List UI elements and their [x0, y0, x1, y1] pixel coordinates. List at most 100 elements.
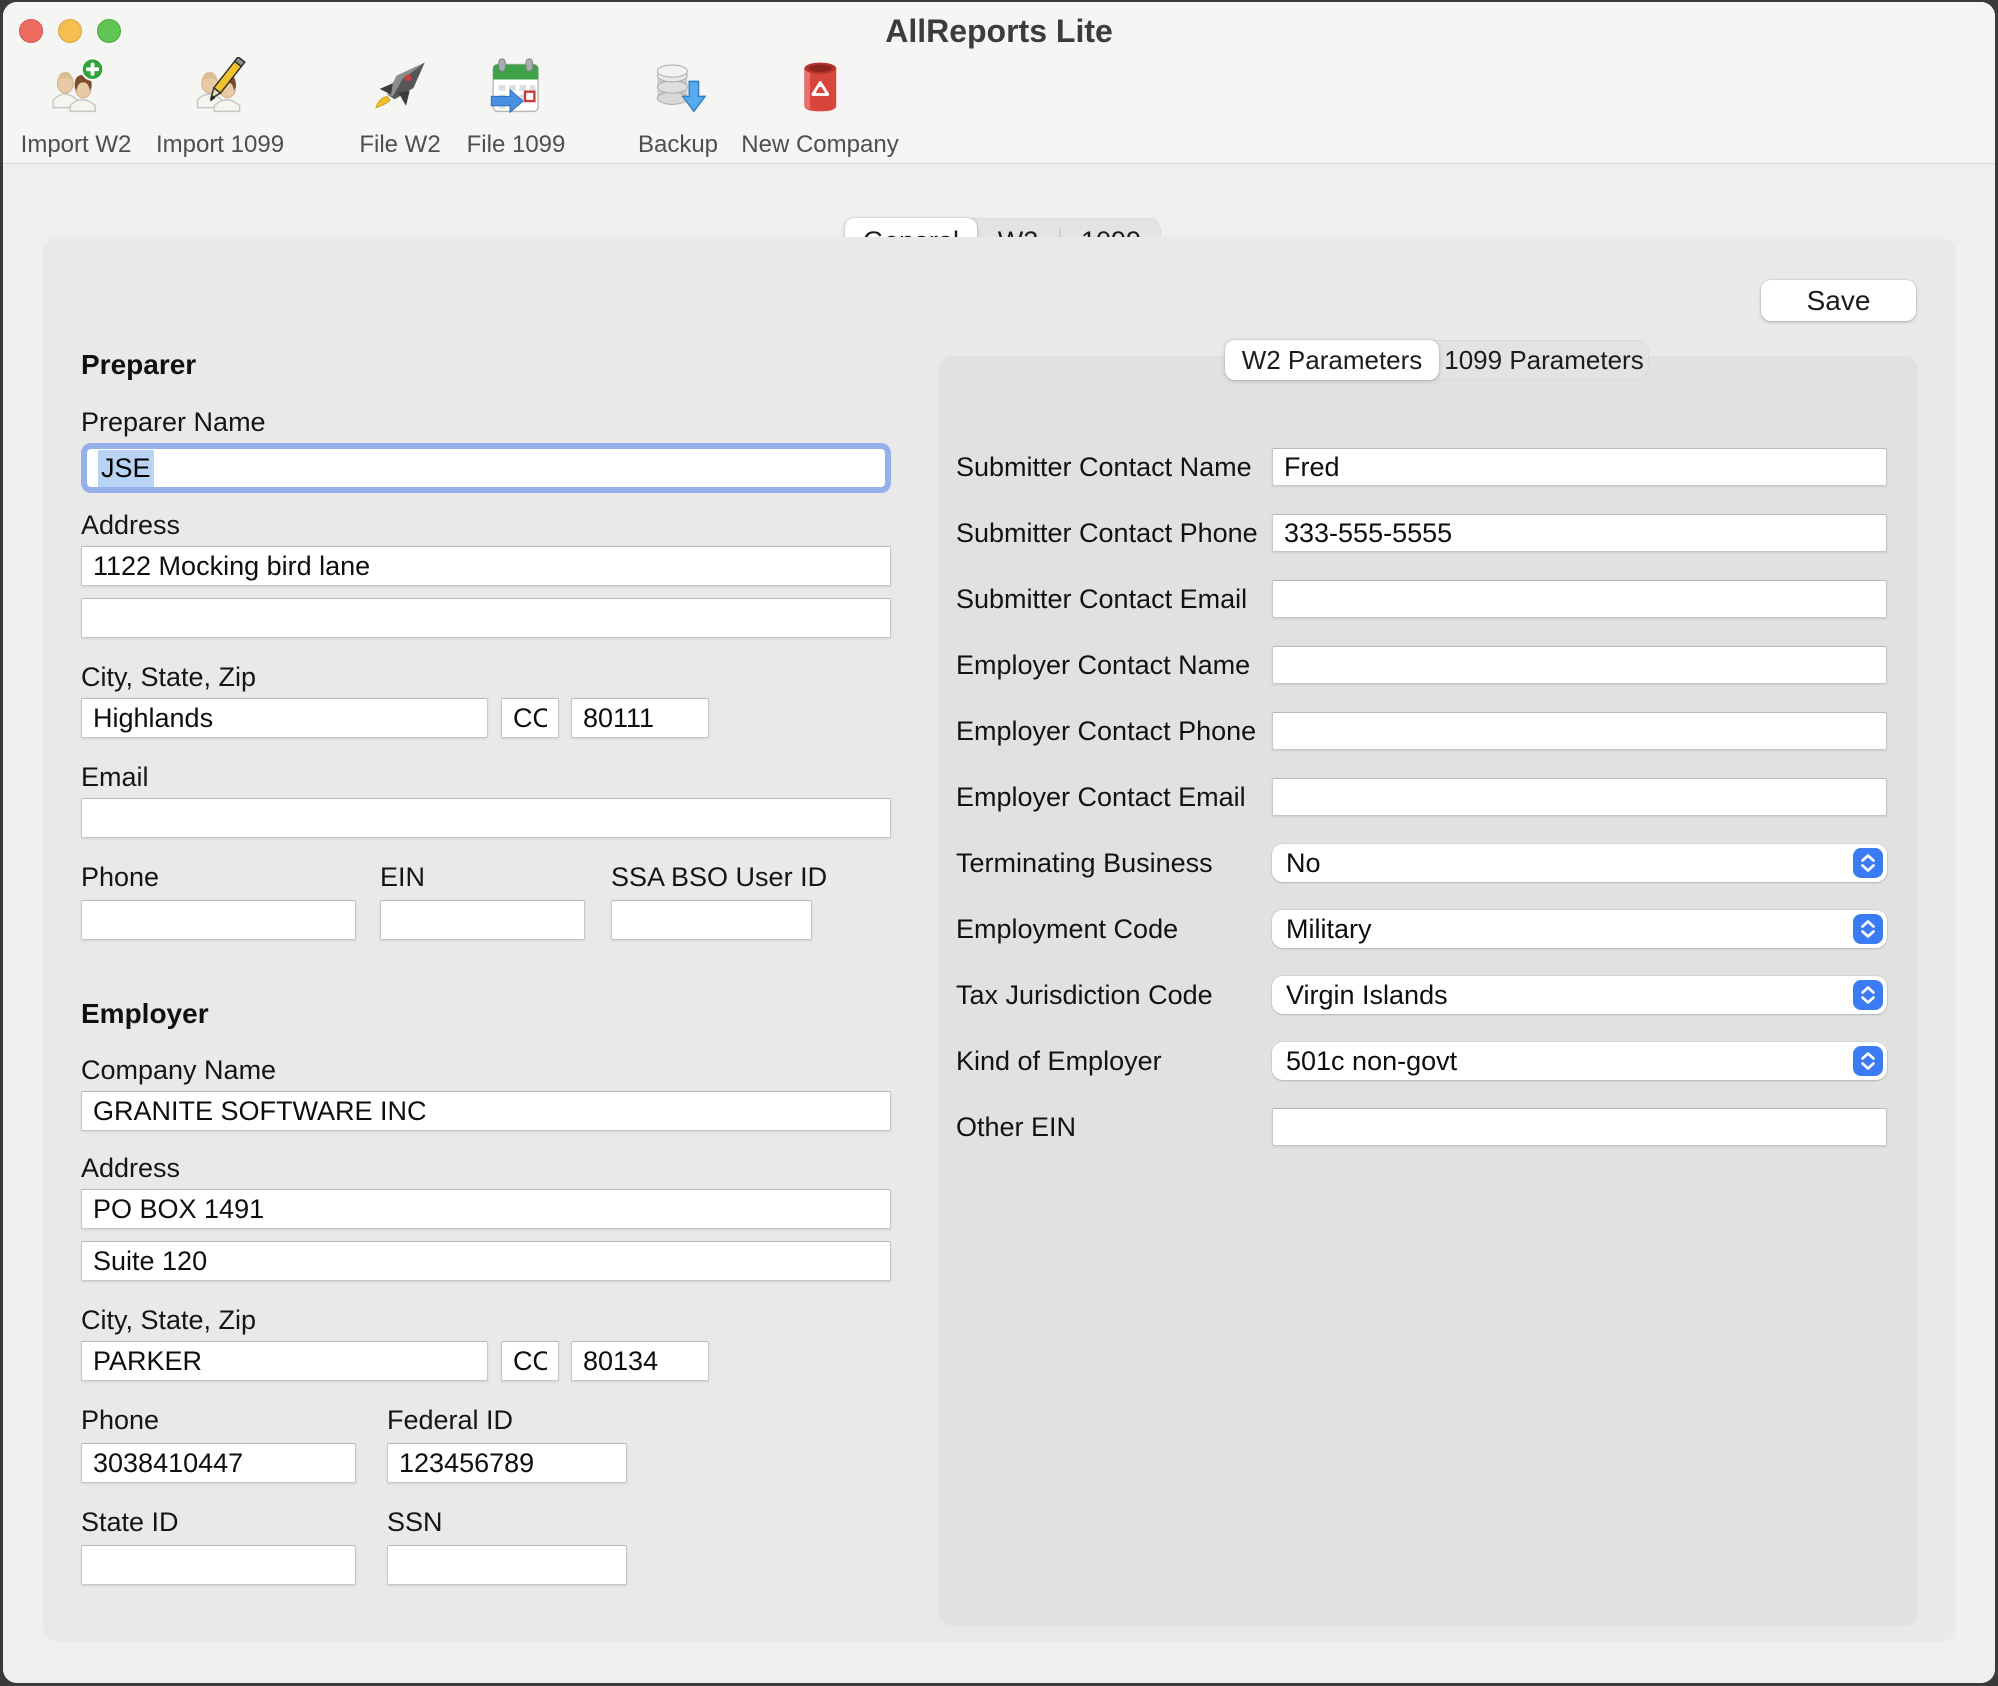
preparer-zip-input[interactable] — [571, 698, 709, 738]
select-value: Military — [1286, 914, 1372, 945]
rocket-icon — [370, 57, 430, 122]
param-row: Other EIN — [939, 1108, 1918, 1146]
employer-csz-label: City, State, Zip — [81, 1305, 891, 1335]
employer-section-title: Employer — [81, 998, 891, 1028]
employer-contact-name-label: Employer Contact Name — [956, 650, 1272, 681]
param-row: Submitter Contact Name — [939, 448, 1918, 486]
employer-phone-input[interactable] — [81, 1443, 356, 1483]
preparer-address2-input[interactable] — [81, 598, 891, 638]
employer-duo-labels-1: Phone Federal ID — [81, 1405, 891, 1435]
save-button[interactable]: Save — [1761, 280, 1916, 321]
preparer-trio-labels: Phone EIN SSA BSO User ID — [81, 862, 891, 892]
submitter-contact-name-input[interactable] — [1272, 448, 1887, 486]
submitter-contact-email-label: Submitter Contact Email — [956, 584, 1272, 615]
employer-contact-name-input[interactable] — [1272, 646, 1887, 684]
toolbar-import-1099-button[interactable]: Import 1099 — [156, 57, 284, 159]
other-ein-label: Other EIN — [956, 1112, 1272, 1143]
param-row: Submitter Contact Phone — [939, 514, 1918, 552]
employer-contact-email-input[interactable] — [1272, 778, 1887, 816]
submitter-contact-phone-label: Submitter Contact Phone — [956, 518, 1272, 549]
param-row: Employer Contact Phone — [939, 712, 1918, 750]
employer-duo-inputs-2 — [81, 1545, 891, 1585]
param-row: Employment Code Military — [939, 910, 1918, 948]
preparer-email-label: Email — [81, 762, 891, 792]
parameters-panel: W2 Parameters 1099 Parameters Submitter … — [939, 356, 1918, 1626]
employer-contact-phone-input[interactable] — [1272, 712, 1887, 750]
select-stepper-icon — [1853, 1046, 1883, 1076]
preparer-phone-label: Phone — [81, 862, 159, 893]
import-1099-icon — [190, 57, 250, 122]
preparer-phone-input[interactable] — [81, 900, 356, 940]
preparer-address1-input[interactable] — [81, 546, 891, 586]
preparer-address-label: Address — [81, 510, 891, 540]
employer-stateid-label: State ID — [81, 1507, 179, 1538]
window-title: AllReports Lite — [3, 13, 1995, 50]
param-row: Employer Contact Name — [939, 646, 1918, 684]
other-ein-input[interactable] — [1272, 1108, 1887, 1146]
tax-jurisdiction-code-select[interactable]: Virgin Islands — [1272, 976, 1887, 1014]
select-stepper-icon — [1853, 980, 1883, 1010]
select-value: Virgin Islands — [1286, 980, 1448, 1011]
employer-zip-input[interactable] — [571, 1341, 709, 1381]
preparer-trio-inputs — [81, 900, 891, 940]
toolbar-label: File 1099 — [467, 131, 566, 159]
toolbar-file-1099-button[interactable]: File 1099 — [467, 57, 566, 159]
parameters-tab-bar: W2 Parameters 1099 Parameters — [1225, 340, 1649, 380]
kind-of-employer-label: Kind of Employer — [956, 1046, 1272, 1077]
content-area: General W2 1099 Save Preparer Preparer N… — [3, 165, 1995, 1683]
submitter-contact-phone-input[interactable] — [1272, 514, 1887, 552]
submitter-contact-name-label: Submitter Contact Name — [956, 452, 1272, 483]
param-row: Employer Contact Email — [939, 778, 1918, 816]
employer-stateid-input[interactable] — [81, 1545, 356, 1585]
employer-ssn-input[interactable] — [387, 1545, 627, 1585]
select-value: 501c non-govt — [1286, 1046, 1457, 1077]
employer-address2-input[interactable] — [81, 1241, 891, 1281]
toolbar-file-w2-button[interactable]: File W2 — [359, 57, 440, 159]
select-value: No — [1286, 848, 1321, 879]
preparer-csz-row — [81, 698, 891, 738]
preparer-ein-label: EIN — [380, 862, 425, 893]
toolbar-backup-button[interactable]: Backup — [638, 57, 718, 159]
param-row: Kind of Employer 501c non-govt — [939, 1042, 1918, 1080]
select-stepper-icon — [1853, 848, 1883, 878]
kind-of-employer-select[interactable]: 501c non-govt — [1272, 1042, 1887, 1080]
tax-jurisdiction-code-label: Tax Jurisdiction Code — [956, 980, 1272, 1011]
preparer-ssa-input[interactable] — [611, 900, 812, 940]
database-backup-icon — [648, 57, 708, 122]
recycle-bin-icon — [790, 57, 850, 122]
toolbar-label: File W2 — [359, 131, 440, 159]
employer-state-input[interactable] — [501, 1341, 559, 1381]
toolbar-new-company-button[interactable]: New Company — [741, 57, 898, 159]
preparer-name-label: Preparer Name — [81, 407, 891, 437]
preparer-state-input[interactable] — [501, 698, 559, 738]
preparer-ein-input[interactable] — [380, 900, 585, 940]
submitter-contact-email-input[interactable] — [1272, 580, 1887, 618]
employer-csz-row — [81, 1341, 891, 1381]
general-panel: Save Preparer Preparer Name JSE Address … — [43, 237, 1956, 1642]
param-row: Submitter Contact Email — [939, 580, 1918, 618]
employer-company-input[interactable] — [81, 1091, 891, 1131]
toolbar-label: Import W2 — [21, 131, 132, 159]
preparer-city-input[interactable] — [81, 698, 488, 738]
terminating-business-select[interactable]: No — [1272, 844, 1887, 882]
preparer-section-title: Preparer — [81, 349, 891, 379]
employer-duo-inputs-1 — [81, 1443, 891, 1483]
employer-address-label: Address — [81, 1153, 891, 1183]
employment-code-select[interactable]: Military — [1272, 910, 1887, 948]
param-row: Terminating Business No — [939, 844, 1918, 882]
tab-w2-parameters[interactable]: W2 Parameters — [1225, 340, 1439, 380]
parameters-rows: Submitter Contact Name Submitter Contact… — [939, 448, 1918, 1174]
preparer-employer-form: Preparer Preparer Name JSE Address City,… — [81, 349, 891, 1585]
employer-address1-input[interactable] — [81, 1189, 891, 1229]
preparer-email-input[interactable] — [81, 798, 891, 838]
preparer-name-input[interactable]: JSE — [81, 443, 891, 493]
employer-city-input[interactable] — [81, 1341, 488, 1381]
employer-federal-input[interactable] — [387, 1443, 627, 1483]
preparer-ssa-label: SSA BSO User ID — [611, 862, 827, 893]
toolbar-import-w2-button[interactable]: Import W2 — [21, 57, 132, 159]
tab-1099-parameters[interactable]: 1099 Parameters — [1439, 340, 1649, 380]
employer-duo-labels-2: State ID SSN — [81, 1507, 891, 1537]
employer-ssn-label: SSN — [387, 1507, 443, 1538]
select-stepper-icon — [1853, 914, 1883, 944]
calendar-icon — [486, 57, 546, 122]
